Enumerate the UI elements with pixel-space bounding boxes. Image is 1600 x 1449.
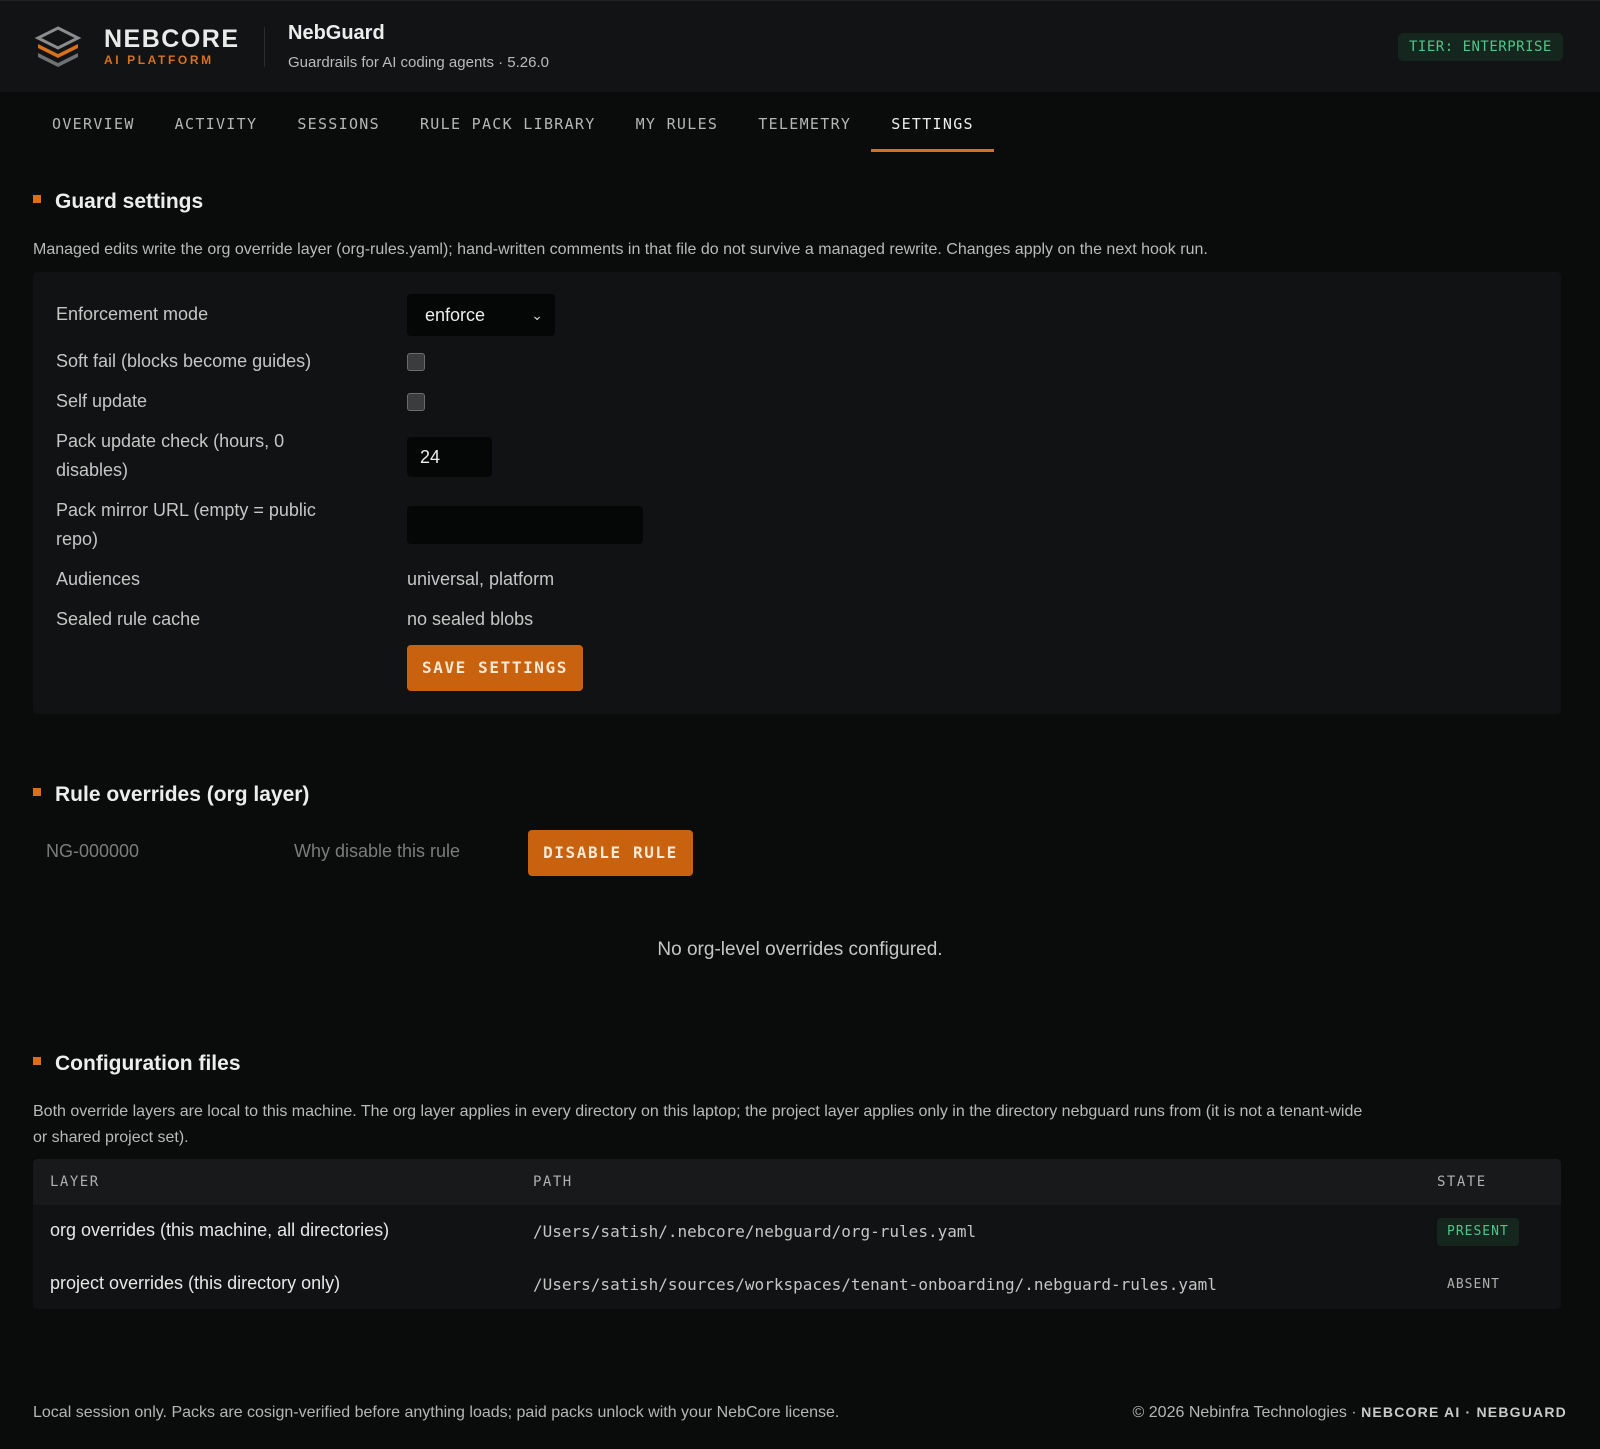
audiences-label: Audiences [56, 569, 141, 589]
configuration-files-description-line2: or shared project set). [33, 1129, 189, 1146]
tier-badge: TIER: ENTERPRISE [1398, 33, 1563, 61]
top-bar: NEBCORE AI PLATFORM NebGuard Guardrails … [0, 0, 1600, 92]
status-badge: ABSENT [1447, 1277, 1500, 1292]
pack-update-check-input[interactable]: 24 [407, 437, 492, 477]
rule-overrides-heading: Rule overrides (org layer) [33, 783, 309, 807]
enforcement-mode-label: Enforcement mode [56, 304, 209, 324]
footer-copyright-text: © 2026 Nebinfra Technologies · [1132, 1404, 1357, 1421]
brand-name: NEBCORE [104, 25, 240, 53]
status-badge: PRESENT [1437, 1218, 1519, 1246]
tab-overview[interactable]: OVERVIEW [32, 96, 155, 152]
disable-reason-input[interactable]: Why disable this rule [294, 841, 514, 862]
column-header-layer: LAYER [50, 1174, 100, 1190]
guard-settings-heading: Guard settings [33, 190, 203, 214]
column-header-path: PATH [533, 1174, 573, 1190]
disable-rule-button[interactable]: DISABLE RULE [528, 830, 693, 876]
chevron-down-icon: ⌄ [531, 307, 543, 323]
pack-mirror-url-input[interactable] [407, 506, 643, 544]
enforcement-mode-select[interactable]: enforce ⌄ [407, 294, 555, 336]
tab-bar: OVERVIEW ACTIVITY SESSIONS RULE PACK LIB… [32, 96, 994, 152]
rule-overrides-title: Rule overrides (org layer) [55, 783, 310, 806]
tab-rule-pack-library[interactable]: RULE PACK LIBRARY [400, 96, 616, 152]
app-title: NebGuard [288, 22, 385, 44]
rule-id-input[interactable]: NG-000000 [46, 841, 266, 862]
self-update-checkbox[interactable] [407, 393, 425, 411]
tab-telemetry[interactable]: TELEMETRY [738, 96, 871, 152]
app-subtitle: Guardrails for AI coding agents · 5.26.0 [288, 54, 549, 71]
soft-fail-checkbox[interactable] [407, 353, 425, 371]
layer-cell: project overrides (this directory only) [50, 1273, 341, 1293]
section-marker [33, 195, 41, 204]
pack-update-check-label-line1: Pack update check (hours, 0 [56, 431, 285, 451]
layer-cell: org overrides (this machine, all directo… [50, 1220, 390, 1240]
sealed-rule-cache-value: no sealed blobs [407, 609, 534, 629]
audiences-value: universal, platform [407, 569, 555, 589]
table-header: LAYER PATH STATE [33, 1159, 1561, 1205]
overrides-empty-message: No org-level overrides configured. [657, 939, 943, 960]
tab-my-rules[interactable]: MY RULES [616, 96, 739, 152]
section-marker [33, 1057, 41, 1066]
guard-settings-description: Managed edits write the org override lay… [33, 241, 1208, 258]
tab-sessions[interactable]: SESSIONS [277, 96, 400, 152]
configuration-files-table: LAYER PATH STATE org overrides (this mac… [33, 1159, 1561, 1309]
save-settings-button[interactable]: SAVE SETTINGS [407, 645, 583, 691]
pack-update-check-label: Pack update check (hours, 0 disables) [56, 427, 284, 485]
divider [264, 27, 265, 67]
configuration-files-description-line1: Both override layers are local to this m… [33, 1103, 1363, 1120]
configuration-files-title: Configuration files [55, 1052, 241, 1075]
brand-sub: AI PLATFORM [104, 53, 214, 67]
path-cell: /Users/satish/sources/workspaces/tenant-… [533, 1275, 1217, 1294]
path-cell: /Users/satish/.nebcore/nebguard/org-rule… [533, 1222, 977, 1241]
guard-settings-panel [33, 272, 1561, 714]
section-marker [33, 788, 41, 797]
footer-copyright: © 2026 Nebinfra Technologies · NEBCORE A… [1133, 1404, 1567, 1422]
footer-note: Local session only. Packs are cosign-ver… [33, 1404, 840, 1421]
pack-mirror-url-label: Pack mirror URL (empty = public repo) [56, 496, 316, 554]
self-update-label: Self update [56, 391, 148, 411]
sealed-rule-cache-label: Sealed rule cache [56, 609, 201, 629]
enforcement-mode-value: enforce [425, 305, 486, 325]
pack-mirror-url-label-line1: Pack mirror URL (empty = public [56, 500, 316, 520]
configuration-files-heading: Configuration files [33, 1052, 241, 1076]
tab-activity[interactable]: ACTIVITY [155, 96, 278, 152]
pack-update-check-label-line2: disables) [56, 460, 129, 480]
soft-fail-label: Soft fail (blocks become guides) [56, 351, 312, 371]
tab-settings[interactable]: SETTINGS [871, 96, 994, 152]
footer-brand: NEBCORE AI · NEBGUARD [1361, 1404, 1567, 1420]
configuration-files-description: Both override layers are local to this m… [33, 1099, 1362, 1151]
column-header-state: STATE [1437, 1174, 1487, 1190]
guard-settings-title: Guard settings [55, 190, 204, 213]
brand: NEBCORE AI PLATFORM [104, 25, 240, 67]
stacked-layers-icon [34, 26, 82, 67]
pack-mirror-url-label-line2: repo) [56, 529, 99, 549]
